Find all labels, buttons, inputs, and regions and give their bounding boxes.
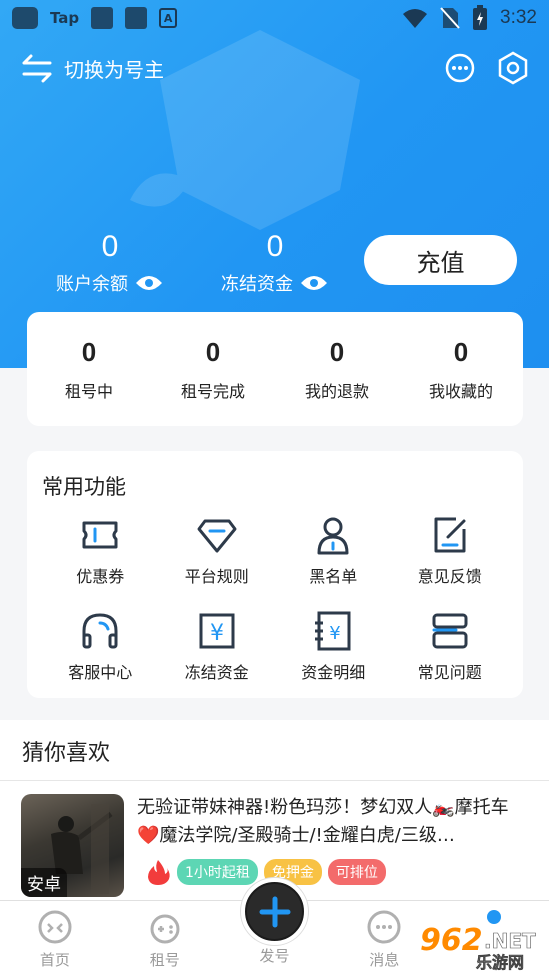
diamond-rules-icon bbox=[197, 519, 237, 553]
stat-label: 我的退款 bbox=[304, 381, 369, 401]
section-title: 猜你喜欢 bbox=[22, 741, 111, 766]
stat-completed[interactable]: 0 租号完成 bbox=[151, 312, 275, 426]
eye-icon[interactable] bbox=[134, 273, 164, 293]
frozen-funds-label: 冻结资金 bbox=[221, 274, 293, 295]
wifi-icon bbox=[403, 9, 428, 28]
func-rules[interactable]: 平台规则 bbox=[159, 513, 276, 587]
no-sim-icon bbox=[440, 7, 460, 29]
stat-label: 租号完成 bbox=[180, 381, 245, 401]
tab-label: 首页 bbox=[39, 951, 70, 969]
tab-home[interactable]: 首页 bbox=[0, 901, 110, 976]
tap-notification-icon: Tap bbox=[50, 9, 80, 27]
tab-label: 租号 bbox=[149, 951, 180, 969]
user-blacklist-icon bbox=[317, 517, 349, 555]
home-icon bbox=[38, 910, 72, 944]
stat-value: 0 bbox=[453, 336, 469, 367]
faq-stack-icon bbox=[432, 613, 468, 649]
recommendations-section: 猜你喜欢 安卓 无验证带妹神器!粉色玛莎！梦幻双人🏍️摩托车❤️魔法学院/圣殿骑… bbox=[0, 720, 549, 900]
common-functions-card: 常用功能 优惠券 平台规则 黑名单 意见反馈 客服中心 ¥ 冻结资金 ¥ 资金明… bbox=[27, 451, 523, 698]
divider bbox=[0, 780, 549, 781]
func-coupon[interactable]: 优惠券 bbox=[42, 513, 159, 587]
a-notification-icon: A bbox=[159, 8, 178, 28]
func-label: 冻结资金 bbox=[184, 663, 249, 682]
status-bar: Tap A 3:32 bbox=[0, 0, 549, 36]
tag-min-rental: 1小时起租 bbox=[177, 859, 258, 885]
func-label: 黑名单 bbox=[309, 567, 358, 586]
section-title: 常用功能 bbox=[42, 475, 126, 499]
stat-value: 0 bbox=[205, 336, 221, 367]
message-bubble-icon[interactable] bbox=[444, 52, 476, 84]
settings-gear-icon[interactable] bbox=[496, 51, 530, 85]
tab-label: 发号 bbox=[259, 947, 290, 965]
gamepad-icon bbox=[150, 914, 180, 944]
stat-renting[interactable]: 0 租号中 bbox=[27, 312, 151, 426]
func-label: 平台规则 bbox=[184, 567, 249, 586]
func-label: 意见反馈 bbox=[417, 567, 482, 586]
yen-ledger-icon: ¥ bbox=[315, 611, 351, 651]
account-balance-value: 0 bbox=[101, 230, 119, 263]
chat-bubble-icon bbox=[367, 910, 401, 944]
headset-icon bbox=[82, 613, 118, 649]
func-label: 客服中心 bbox=[68, 663, 133, 682]
account-balance-label: 账户余额 bbox=[56, 274, 128, 295]
publish-button[interactable] bbox=[241, 878, 308, 945]
func-feedback[interactable]: 意见反馈 bbox=[392, 513, 509, 587]
tab-rent[interactable]: 租号 bbox=[110, 901, 220, 976]
feedback-edit-icon bbox=[434, 517, 466, 553]
stat-refunds[interactable]: 0 我的退款 bbox=[275, 312, 399, 426]
yen-frozen-icon: ¥ bbox=[199, 613, 235, 649]
switch-role-link[interactable]: 切换为号主 bbox=[64, 54, 164, 83]
coupon-icon bbox=[82, 521, 118, 549]
stat-value: 0 bbox=[329, 336, 345, 367]
func-blacklist[interactable]: 黑名单 bbox=[275, 513, 392, 587]
tab-label: 消息 bbox=[369, 951, 400, 969]
stat-favorites[interactable]: 0 我收藏的 bbox=[399, 312, 523, 426]
func-label: 常见问题 bbox=[417, 663, 482, 682]
eye-icon[interactable] bbox=[299, 273, 329, 293]
store-notification-icon bbox=[91, 7, 114, 29]
watermark-number: 962 bbox=[420, 923, 483, 958]
platform-tag: 安卓 bbox=[21, 868, 67, 897]
func-label: 优惠券 bbox=[76, 567, 125, 586]
svg-text:¥: ¥ bbox=[210, 621, 224, 646]
frozen-funds-value: 0 bbox=[266, 230, 284, 263]
app-notification-icon bbox=[12, 7, 38, 29]
962-logo-watermark: 962 .NET 乐游网 bbox=[420, 923, 536, 972]
battery-charging-icon bbox=[473, 5, 488, 30]
game-thumbnail: 安卓 bbox=[21, 794, 124, 897]
func-support[interactable]: 客服中心 bbox=[42, 609, 159, 683]
recharge-button[interactable]: 充值 bbox=[364, 235, 517, 285]
frozen-funds: 0 冻结资金 bbox=[215, 230, 335, 296]
watermark-net: .NET bbox=[484, 929, 536, 953]
stat-value: 0 bbox=[81, 336, 97, 367]
clock: 3:32 bbox=[500, 7, 537, 28]
fire-icon bbox=[148, 860, 170, 885]
func-label: 资金明细 bbox=[301, 663, 366, 682]
store-notification-icon bbox=[125, 7, 148, 29]
svg-text:¥: ¥ bbox=[330, 623, 341, 644]
func-fund-details[interactable]: ¥ 资金明细 bbox=[275, 609, 392, 683]
plus-icon bbox=[259, 896, 290, 927]
account-balance: 0 账户余额 bbox=[50, 230, 170, 296]
top-bar: 切换为号主 bbox=[20, 46, 530, 90]
game-title: 无验证带妹神器!粉色玛莎！梦幻双人🏍️摩托车❤️魔法学院/圣殿骑士/!金耀白虎/… bbox=[137, 797, 509, 846]
stat-label: 我收藏的 bbox=[428, 381, 493, 401]
switch-arrows-icon[interactable] bbox=[20, 53, 54, 83]
func-frozen-funds[interactable]: ¥ 冻结资金 bbox=[159, 609, 276, 683]
watermark-site: 乐游网 bbox=[476, 953, 524, 972]
stat-label: 租号中 bbox=[64, 381, 113, 401]
order-stats-card: 0 租号中 0 租号完成 0 我的退款 0 我收藏的 bbox=[27, 312, 523, 426]
tag-ranked: 可排位 bbox=[327, 859, 386, 885]
func-faq[interactable]: 常见问题 bbox=[392, 609, 509, 683]
